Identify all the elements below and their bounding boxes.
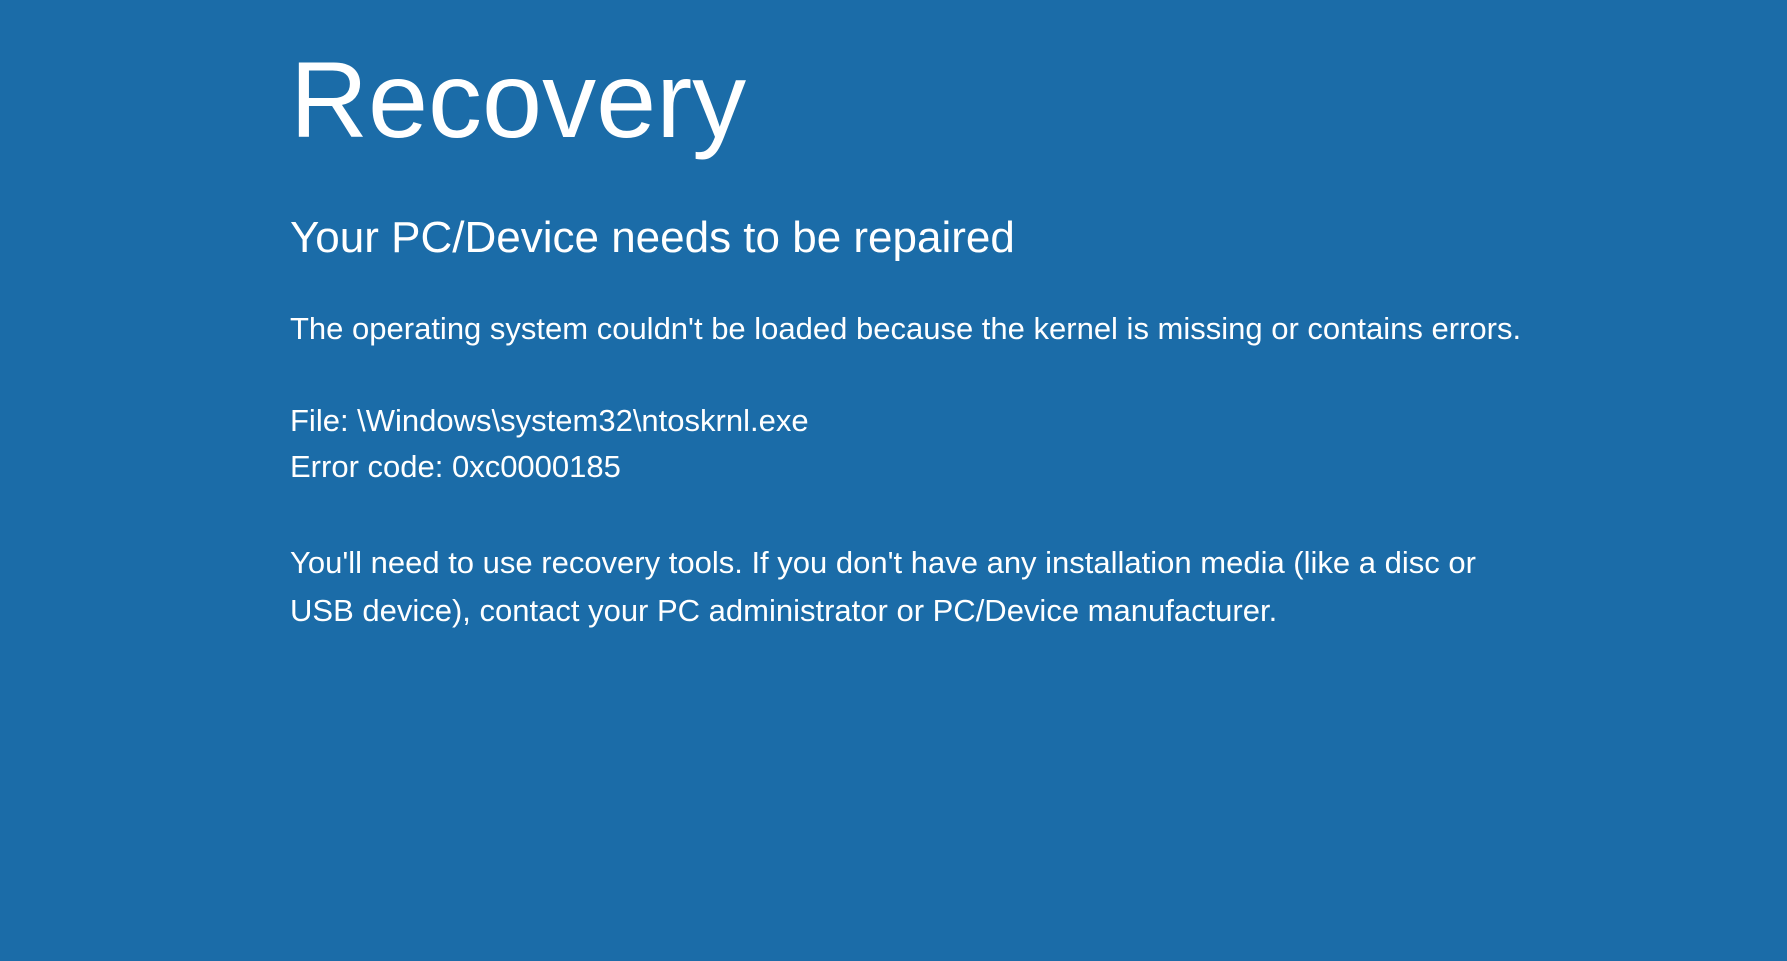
recovery-message: The operating system couldn't be loaded … bbox=[290, 307, 1540, 350]
recovery-subtitle: Your PC/Device needs to be repaired bbox=[290, 213, 1540, 263]
recovery-error-code: Error code: 0xc0000185 bbox=[290, 444, 1540, 491]
recovery-screen: Recovery Your PC/Device needs to be repa… bbox=[0, 0, 1600, 635]
recovery-file-line: File: \Windows\system32\ntoskrnl.exe bbox=[290, 398, 1540, 445]
recovery-instructions: You'll need to use recovery tools. If yo… bbox=[290, 539, 1530, 635]
recovery-title: Recovery bbox=[290, 35, 1540, 165]
